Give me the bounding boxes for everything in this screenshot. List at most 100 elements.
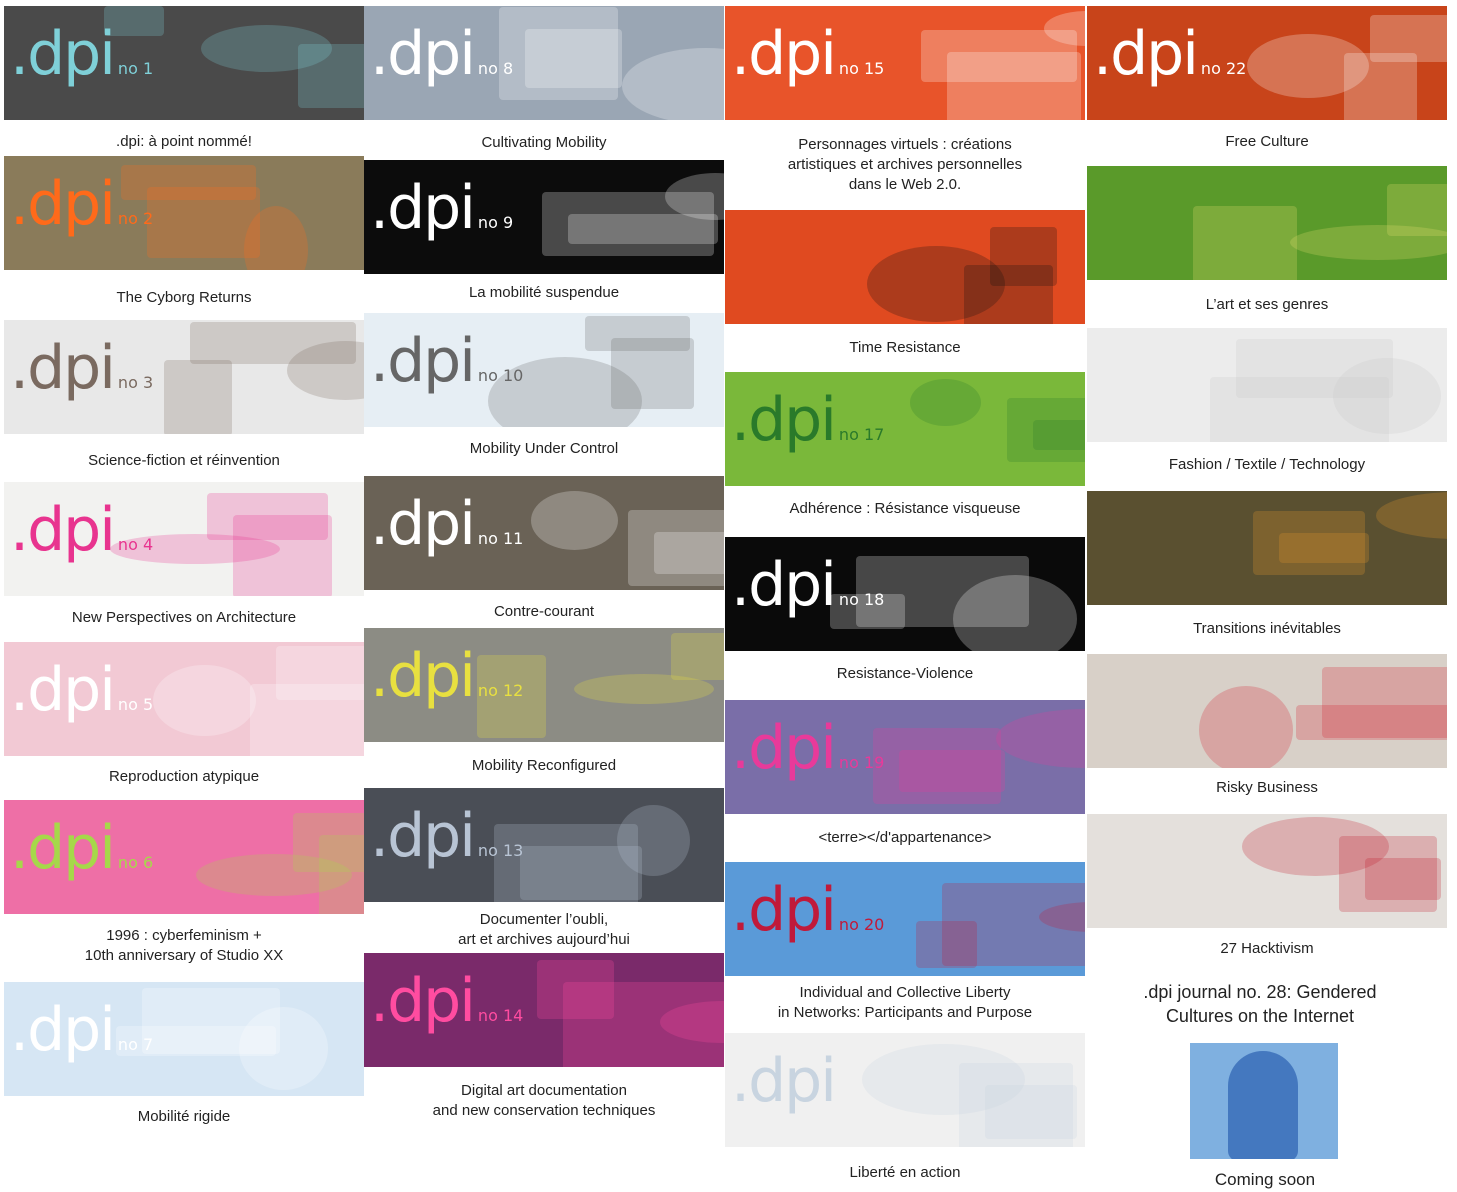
issue-number: no 3 <box>117 373 154 392</box>
issue-banner[interactable]: .dpi no 14 <box>364 953 724 1067</box>
issue-banner[interactable]: .dpi no 8 <box>364 6 724 120</box>
coming-soon-label: Coming soon <box>1214 1170 1316 1189</box>
issue-title[interactable]: Personnages virtuels : créations artistiq… <box>725 135 1085 195</box>
issue-banner[interactable] <box>1087 328 1447 442</box>
issue-banner[interactable]: .dpi no 9 <box>364 160 724 274</box>
banner-decoration <box>671 633 724 680</box>
issue-title[interactable]: 1996 : cyberfeminism +10th anniversary o… <box>4 926 364 966</box>
issue-title[interactable]: Free Culture <box>1087 132 1447 152</box>
issue-title[interactable]: Documenter l’oubli, art et archives aujou… <box>364 910 724 950</box>
banner-decoration <box>1387 184 1447 236</box>
issue-number: no 6 <box>117 853 154 872</box>
issue-number: no 8 <box>477 59 514 78</box>
dpi-logo: .dpi no 7 <box>10 995 154 1065</box>
banner-decoration <box>153 665 256 736</box>
issue-banner[interactable]: .dpi no 5 <box>4 642 364 756</box>
issue-title[interactable]: La mobilité suspendue <box>364 283 724 303</box>
banner-decoration <box>542 192 714 256</box>
issue-title[interactable]: Individual and Collective Liberty in Netw… <box>725 983 1085 1023</box>
banner-decoration <box>250 684 364 756</box>
dpi-logo: .dpi no 20 <box>731 875 885 945</box>
issue-number: no 2 <box>117 209 154 228</box>
banner-decoration <box>1007 398 1085 462</box>
dpi-logo: .dpi no 5 <box>10 655 154 725</box>
issue-banner[interactable]: .dpi no 10 <box>364 313 724 427</box>
issue-banner[interactable] <box>1087 814 1447 928</box>
issue-title[interactable]: The Cyborg Returns <box>4 288 364 308</box>
issue-banner[interactable]: .dpi no 6 <box>4 800 364 914</box>
banner-decoration <box>910 379 981 426</box>
banner-decoration <box>1210 377 1389 442</box>
issue-banner[interactable] <box>725 210 1085 324</box>
issue-banner[interactable]: .dpi no 22 <box>1087 6 1447 120</box>
issue-banner[interactable]: .dpi no 2 <box>4 156 364 270</box>
issue-title[interactable]: Mobility Under Control <box>364 439 724 459</box>
banner-decoration <box>1296 705 1447 740</box>
issue-banner[interactable]: .dpi <box>725 1033 1085 1147</box>
gendered-cultures-title: .dpi journal no. 28: Gendered Cultures on… <box>1143 982 1377 1026</box>
issue-banner[interactable]: .dpi no 17 <box>725 372 1085 486</box>
banner-decoration <box>585 316 690 351</box>
issue-number: no 11 <box>477 529 524 548</box>
issue-title[interactable]: Time Resistance <box>725 338 1085 358</box>
issue-title[interactable]: Digital art documentation and new conserv… <box>364 1081 724 1121</box>
banner-decoration <box>207 493 328 540</box>
issue-banner[interactable]: .dpi no 13 <box>364 788 724 902</box>
issue-title[interactable]: Liberté en action <box>725 1163 1085 1183</box>
banner-decoration <box>916 921 977 968</box>
issue-title[interactable]: Contre-courant <box>364 602 724 622</box>
banner-decoration <box>1339 836 1437 912</box>
coming-soon-image[interactable] <box>1190 1043 1338 1159</box>
issue-title[interactable]: Cultivating Mobility <box>364 133 724 153</box>
dpi-logo: .dpi no 11 <box>370 489 524 559</box>
dpi-logo: .dpi no 1 <box>10 19 154 89</box>
dpi-logo: .dpi no 19 <box>731 713 885 783</box>
banner-decoration <box>537 960 614 1019</box>
issue-title[interactable]: New Perspectives on Architecture <box>4 608 364 628</box>
issue-banner[interactable]: .dpi no 18 <box>725 537 1085 651</box>
banner-decoration <box>1253 511 1365 575</box>
banner-decoration <box>164 360 232 434</box>
dpi-logo: .dpi no 22 <box>1093 19 1247 89</box>
issue-banner[interactable] <box>1087 166 1447 280</box>
issue-title[interactable]: Reproduction atypique <box>4 767 364 787</box>
issue-number: no 18 <box>838 590 885 609</box>
banner-decoration <box>959 1063 1073 1147</box>
issue-title[interactable]: Mobilité rigide <box>4 1107 364 1127</box>
issue-banner[interactable]: .dpi no 3 <box>4 320 364 434</box>
dpi-logo: .dpi <box>731 1046 837 1116</box>
issue-title[interactable]: Transitions inévitables <box>1087 619 1447 639</box>
issue-title[interactable]: 27 Hacktivism <box>1087 939 1447 959</box>
issue-title[interactable]: Science-fiction et réinvention <box>4 451 364 471</box>
issue-banner[interactable]: .dpi no 1 <box>4 6 364 120</box>
banner-decoration <box>996 709 1085 768</box>
issue-banner[interactable] <box>1087 654 1447 768</box>
issue-title[interactable]: <terre></d'appartenance> <box>725 828 1085 848</box>
issue-banner[interactable]: .dpi no 15 <box>725 6 1085 120</box>
banner-decoration <box>921 30 1077 82</box>
issue-number: no 13 <box>477 841 524 860</box>
issue-title[interactable]: .dpi: à point nommé! <box>4 132 364 152</box>
issue-title[interactable]: L’art et ses genres <box>1087 295 1447 315</box>
issue-title[interactable]: Mobility Reconfigured <box>364 756 724 776</box>
issue-number: no 15 <box>838 59 885 78</box>
issue-number: no 19 <box>838 753 885 772</box>
coming-soon-figure <box>1228 1051 1298 1159</box>
issue-title[interactable]: Resistance-Violence <box>725 664 1085 684</box>
banner-decoration <box>499 7 618 100</box>
banner-decoration <box>531 491 618 550</box>
issue-banner[interactable]: .dpi no 12 <box>364 628 724 742</box>
issue-banner[interactable]: .dpi no 20 <box>725 862 1085 976</box>
banner-decoration <box>1344 53 1417 120</box>
issue-banner[interactable]: .dpi no 19 <box>725 700 1085 814</box>
issue-number: no 17 <box>838 425 885 444</box>
issue-banner[interactable]: .dpi no 4 <box>4 482 364 596</box>
dpi-logo: .dpi no 3 <box>10 333 154 403</box>
issue-banner[interactable]: .dpi no 11 <box>364 476 724 590</box>
issue-title[interactable]: Adhérence : Résistance visqueuse <box>725 499 1085 519</box>
issue-banner[interactable] <box>1087 491 1447 605</box>
issue-banner[interactable]: .dpi no 7 <box>4 982 364 1096</box>
issue-title[interactable]: Fashion / Textile / Technology <box>1087 455 1447 475</box>
dpi-logo: .dpi no 8 <box>370 19 514 89</box>
issue-title[interactable]: Risky Business <box>1087 778 1447 798</box>
